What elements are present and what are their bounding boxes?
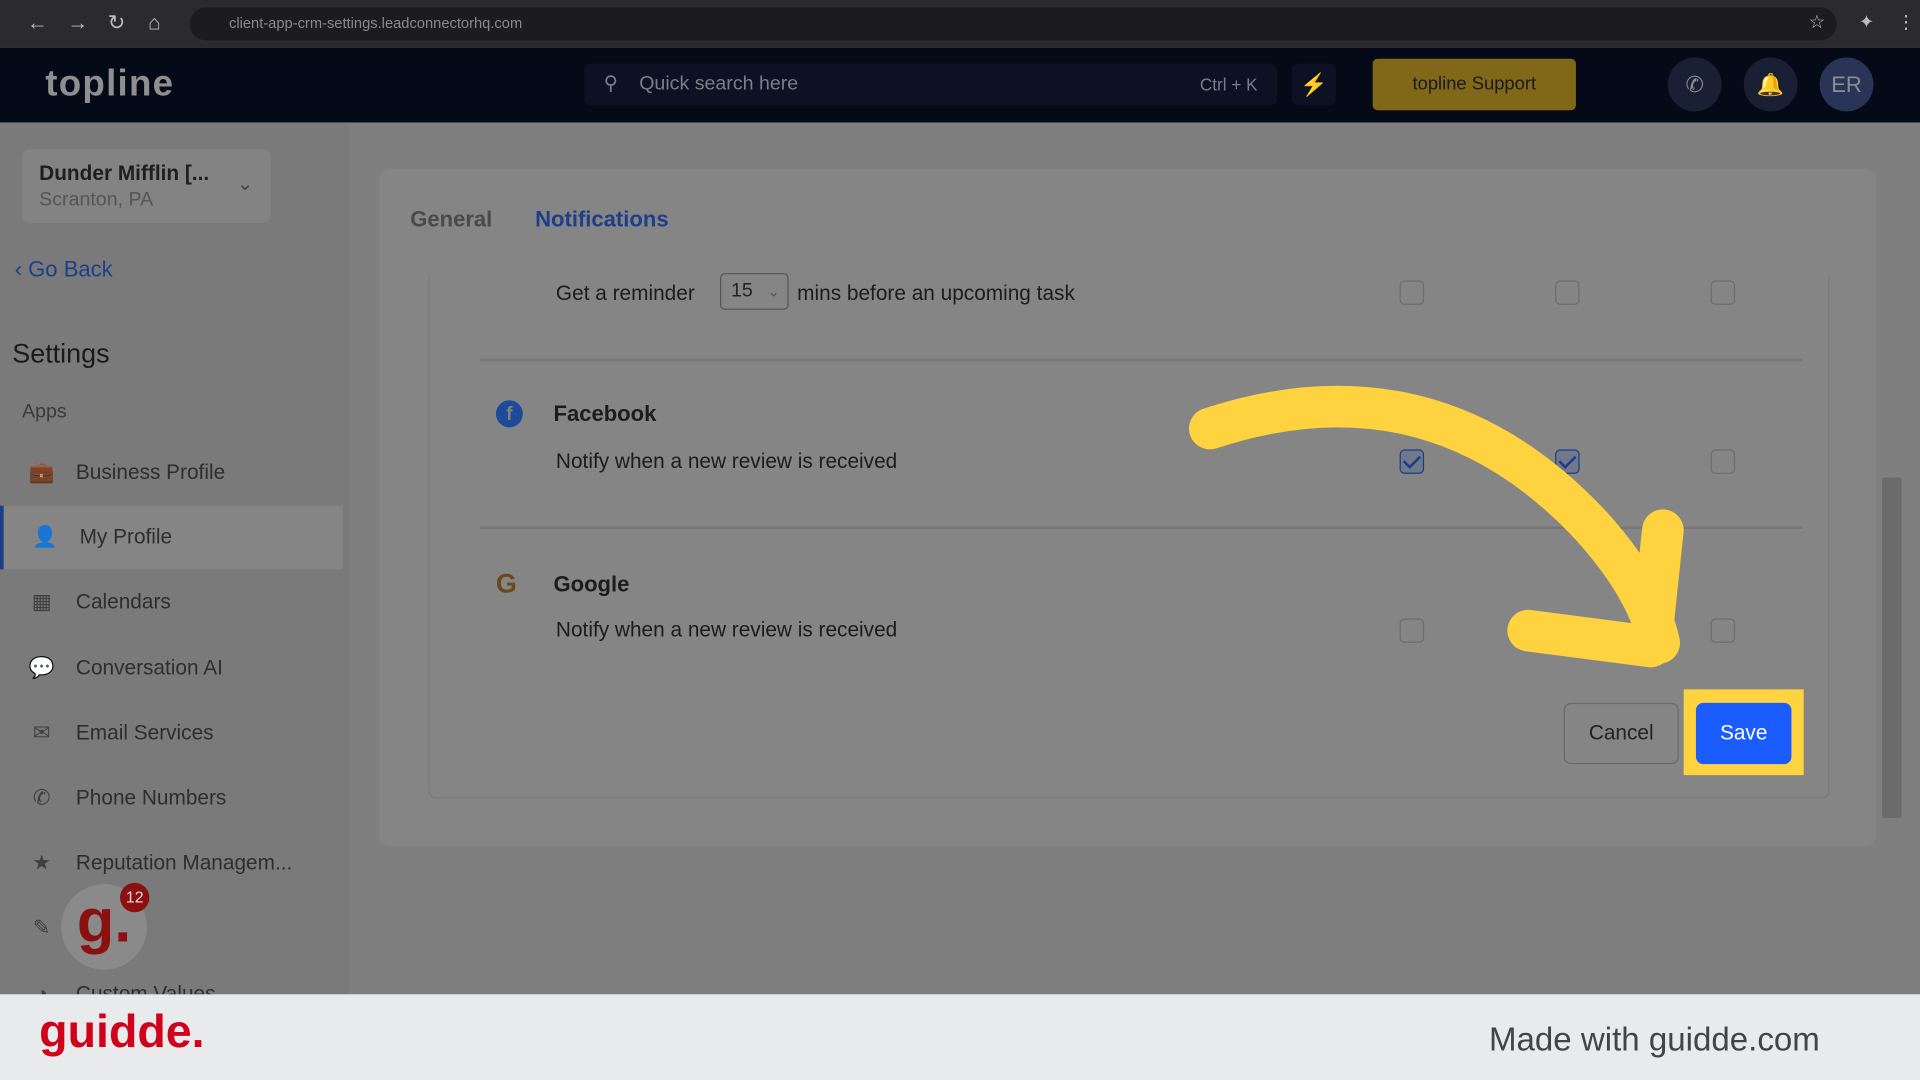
scrollbar[interactable] bbox=[1882, 171, 1902, 842]
annotation-arrow bbox=[1188, 385, 1684, 668]
made-with-text: Made with guidde.com bbox=[1488, 1021, 1820, 1058]
guidde-logo: guidde. bbox=[39, 1006, 205, 1058]
scrollbar-thumb[interactable] bbox=[1882, 477, 1902, 818]
notification-badge: 12 bbox=[120, 882, 150, 913]
